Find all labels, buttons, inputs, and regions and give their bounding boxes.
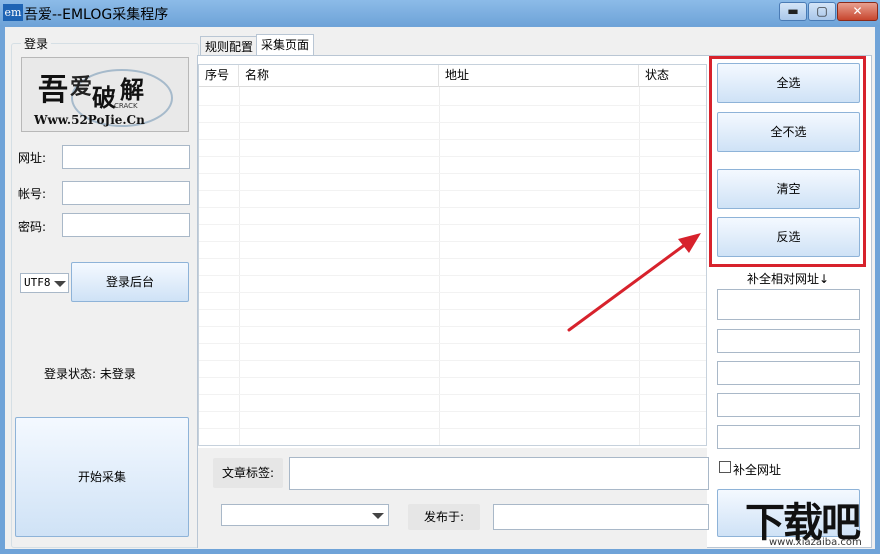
login-status: 登录状态: 未登录: [44, 367, 136, 381]
column-header-url[interactable]: 地址: [439, 65, 639, 87]
column-header-index[interactable]: 序号: [199, 65, 239, 87]
password-field[interactable]: [62, 213, 190, 237]
category-select[interactable]: [221, 504, 389, 526]
grid-line: [199, 105, 706, 106]
column-header-status[interactable]: 状态: [639, 65, 706, 87]
grid-line: [199, 156, 706, 157]
tab-collect-page[interactable]: 采集页面: [256, 34, 315, 57]
complete-url-label: 补全网址: [733, 463, 782, 477]
relative-url-field[interactable]: [717, 329, 860, 353]
maximize-button[interactable]: ▢: [808, 2, 836, 21]
grid-line: [199, 190, 706, 191]
relative-url-field[interactable]: [717, 425, 860, 449]
title-bar[interactable]: em 吾爱--EMLOG采集程序 ▬ ▢ ✕: [0, 0, 880, 26]
svg-text:解: 解: [120, 75, 144, 104]
watermark: 下载吧 www.xiazaiba.com: [745, 490, 880, 554]
close-button[interactable]: ✕: [837, 2, 878, 21]
grid-line: [199, 207, 706, 208]
annotation-arrow-icon: [567, 233, 701, 332]
grid-line: [199, 122, 706, 123]
app-window: em 吾爱--EMLOG采集程序 ▬ ▢ ✕ 登录 吾 爱 破 解 CRACK …: [0, 0, 880, 554]
password-label: 密码:: [18, 220, 47, 234]
logo-graphic: 吾 爱 破 解 CRACK Www.52PoJie.Cn: [22, 58, 188, 131]
chevron-down-icon: [54, 281, 66, 287]
logo-image: 吾 爱 破 解 CRACK Www.52PoJie.Cn: [21, 57, 189, 132]
grid-line: [199, 139, 706, 140]
app-icon: em: [3, 4, 23, 21]
article-tag-field[interactable]: [289, 457, 709, 490]
svg-text:破: 破: [92, 83, 116, 112]
relative-url-field[interactable]: [717, 361, 860, 385]
grid-line: [199, 428, 706, 429]
start-collect-button[interactable]: 开始采集: [15, 417, 189, 537]
publish-field[interactable]: [493, 504, 709, 530]
watermark-url: www.xiazaiba.com: [769, 537, 862, 548]
highlight-box: [709, 56, 866, 267]
login-button[interactable]: 登录后台: [71, 262, 189, 302]
grid-line: [199, 224, 706, 225]
relative-url-field[interactable]: [717, 393, 860, 417]
url-field[interactable]: [62, 145, 190, 169]
complete-url-checkbox[interactable]: [719, 461, 731, 473]
chevron-down-icon: [372, 513, 384, 519]
publish-label: 发布于:: [408, 504, 480, 530]
column-header-name[interactable]: 名称: [239, 65, 439, 87]
relative-url-label: 补全相对网址↓: [747, 272, 830, 286]
article-tag-label: 文章标签:: [213, 458, 283, 488]
grid-line: [239, 87, 240, 445]
relative-url-field[interactable]: [717, 289, 860, 320]
grid-line: [199, 394, 706, 395]
svg-text:CRACK: CRACK: [114, 102, 138, 110]
window-title: 吾爱--EMLOG采集程序: [24, 7, 169, 23]
svg-text:吾: 吾: [38, 73, 68, 108]
grid-line: [199, 411, 706, 412]
client-area: 登录 吾 爱 破 解 CRACK Www.52PoJie.Cn 网址: 帐号: …: [5, 27, 875, 549]
grid-line: [439, 87, 440, 445]
encoding-value: UTF8: [24, 276, 51, 289]
encoding-select[interactable]: UTF8: [20, 273, 69, 293]
login-group-label: 登录: [21, 35, 52, 52]
grid-line: [199, 377, 706, 378]
url-label: 网址:: [18, 151, 47, 165]
grid-line: [199, 173, 706, 174]
list-header: 序号 名称 地址 状态: [199, 65, 706, 87]
svg-text:爱: 爱: [70, 74, 92, 100]
account-label: 帐号:: [18, 187, 47, 201]
account-field[interactable]: [62, 181, 190, 205]
svg-text:Www.52PoJie.Cn: Www.52PoJie.Cn: [33, 113, 145, 127]
minimize-button[interactable]: ▬: [779, 2, 807, 21]
